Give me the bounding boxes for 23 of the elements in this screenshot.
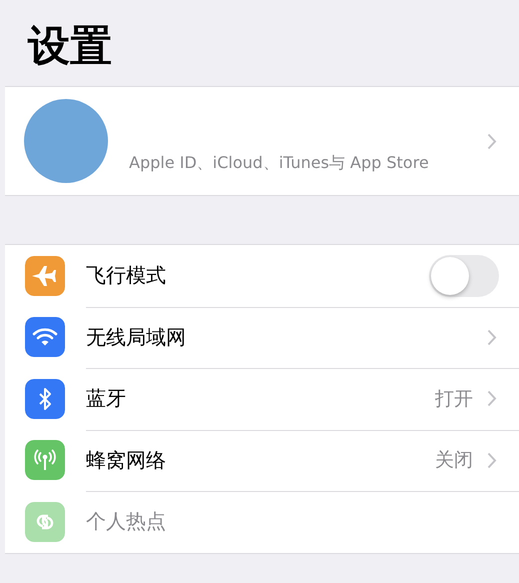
settings-row[interactable]: 无线局域网 [5,306,519,368]
account-subtitle: Apple ID、iCloud、iTunes与 App Store [129,152,429,174]
row-value: 打开 [435,386,473,412]
settings-row[interactable]: 蓝牙 打开 [5,368,519,430]
row-label: 无线局域网 [86,324,186,351]
settings-row[interactable]: 飞行模式 [5,245,519,306]
chevron-icon [487,390,497,408]
toggle-switch[interactable] [429,254,499,297]
row-label: 个人热点 [86,508,166,536]
bluetooth-icon [25,378,65,419]
row-label: 蓝牙 [86,385,126,412]
wifi-icon [25,317,65,358]
chevron-icon [487,452,497,469]
airplane-icon [25,256,65,296]
row-label: 飞行模式 [86,262,166,290]
settings-row[interactable]: 蜂窝网络 关闭 [5,430,519,491]
chevron-icon [487,132,497,150]
page-title: 设置 [28,20,112,72]
row-label: 蜂窝网络 [86,446,166,474]
chevron-icon [487,328,497,346]
row-value: 关闭 [435,448,473,474]
antenna-icon [25,440,65,480]
link-icon [25,502,65,542]
